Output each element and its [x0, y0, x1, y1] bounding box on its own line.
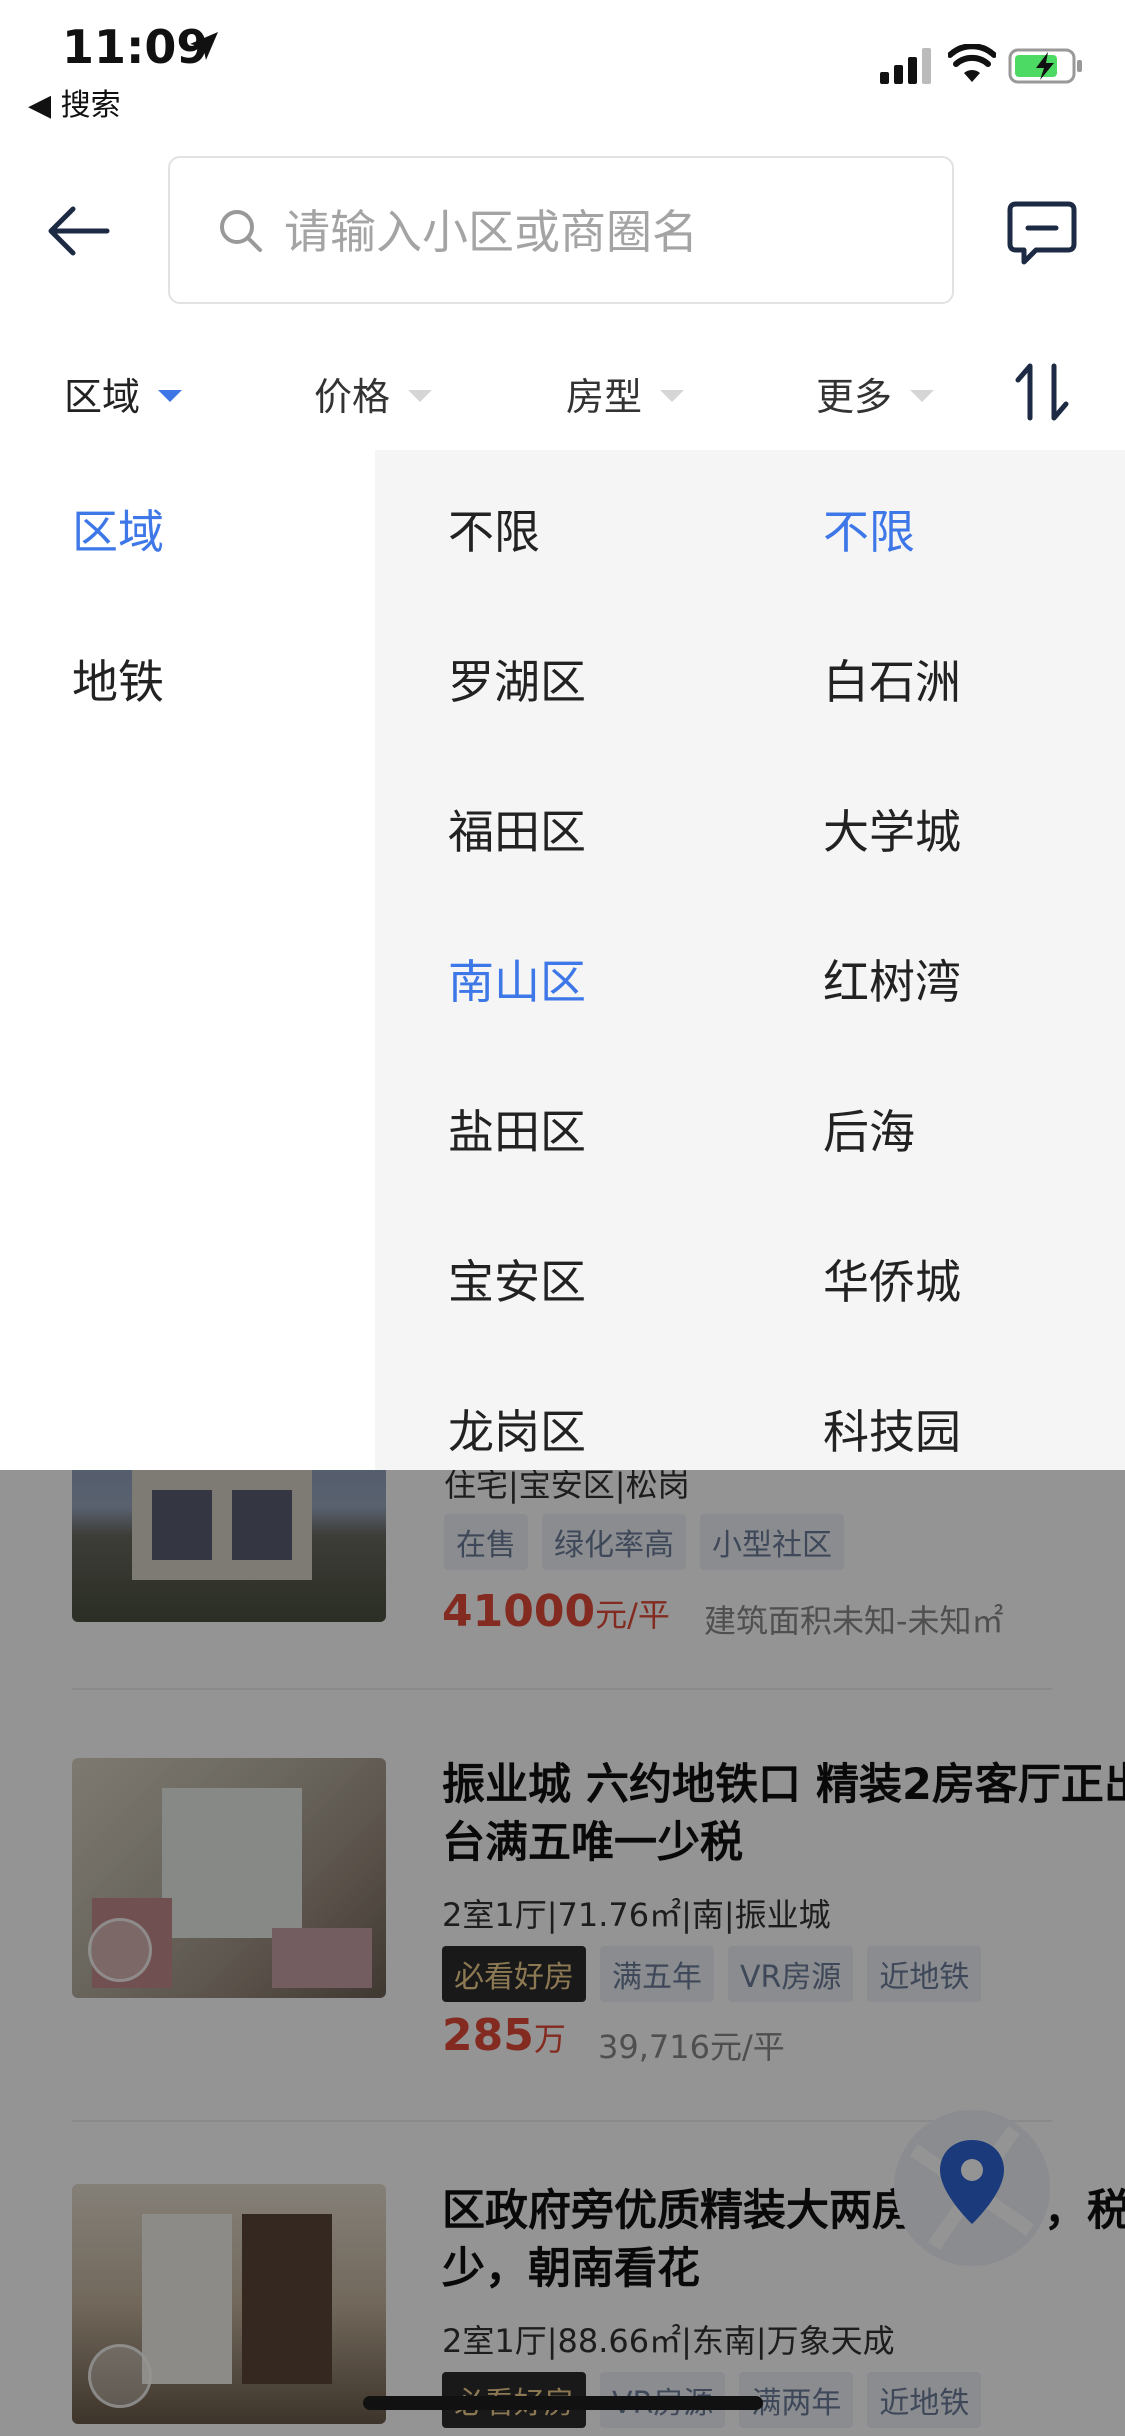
dropdown-category-column: 区域 地铁: [0, 450, 375, 1470]
filter-bar: 区域 价格 房型 更多: [0, 330, 1125, 450]
area-option-selected[interactable]: 不限: [823, 496, 915, 562]
district-option[interactable]: 龙岗区: [448, 1396, 586, 1462]
area-option[interactable]: 科技园: [823, 1396, 961, 1462]
area-option[interactable]: 后海: [823, 1096, 915, 1162]
status-bar: 11:09 ◀ 搜索: [0, 0, 1125, 130]
dim-overlay[interactable]: [0, 1470, 1125, 2436]
filter-layout[interactable]: 房型: [566, 366, 685, 421]
location-arrow-icon: [190, 32, 218, 60]
area-option[interactable]: 白石洲: [823, 646, 961, 712]
region-dropdown: 区域 地铁 不限 罗湖区 福田区 南山区 盐田区 宝安区 龙岗区 不限 白石洲 …: [0, 450, 1125, 1470]
filter-more[interactable]: 更多: [816, 366, 935, 421]
district-option[interactable]: 罗湖区: [448, 646, 586, 712]
back-arrow-icon: [48, 206, 110, 256]
search-icon: [220, 210, 262, 252]
dropdown-options-panel: 不限 罗湖区 福田区 南山区 盐田区 宝安区 龙岗区 不限 白石洲 大学城 红树…: [375, 450, 1125, 1470]
area-option[interactable]: 大学城: [823, 796, 961, 862]
status-time: 11:09: [62, 20, 209, 74]
message-icon[interactable]: [1006, 200, 1078, 266]
back-to-app-link[interactable]: ◀ 搜索: [28, 80, 121, 124]
district-option[interactable]: 不限: [448, 496, 540, 562]
caret-down-icon: [158, 389, 183, 402]
caret-down-icon: [408, 389, 433, 402]
district-option[interactable]: 福田区: [448, 796, 586, 862]
search-box[interactable]: [168, 156, 954, 304]
wifi-icon: [948, 44, 996, 82]
caret-down-icon: [910, 389, 935, 402]
cellular-signal-icon: [880, 48, 931, 84]
category-option-region[interactable]: 区域: [72, 496, 164, 562]
district-option-selected[interactable]: 南山区: [448, 946, 586, 1012]
district-option[interactable]: 宝安区: [448, 1246, 586, 1312]
filter-layout-label: 房型: [566, 375, 643, 419]
search-input[interactable]: [282, 188, 926, 276]
category-option-subway[interactable]: 地铁: [72, 646, 164, 712]
caret-down-icon: [660, 389, 685, 402]
filter-price[interactable]: 价格: [314, 366, 433, 421]
battery-charging-icon: [1008, 48, 1082, 84]
filter-region[interactable]: 区域: [64, 366, 183, 421]
home-indicator[interactable]: [363, 2396, 763, 2410]
back-button[interactable]: [44, 196, 114, 266]
area-option[interactable]: 华侨城: [823, 1246, 961, 1312]
filter-more-label: 更多: [816, 375, 893, 419]
filter-region-label: 区域: [64, 375, 141, 419]
area-option[interactable]: 红树湾: [823, 946, 961, 1012]
sort-icon[interactable]: [1014, 362, 1070, 422]
district-option[interactable]: 盐田区: [448, 1096, 586, 1162]
filter-price-label: 价格: [314, 375, 391, 419]
